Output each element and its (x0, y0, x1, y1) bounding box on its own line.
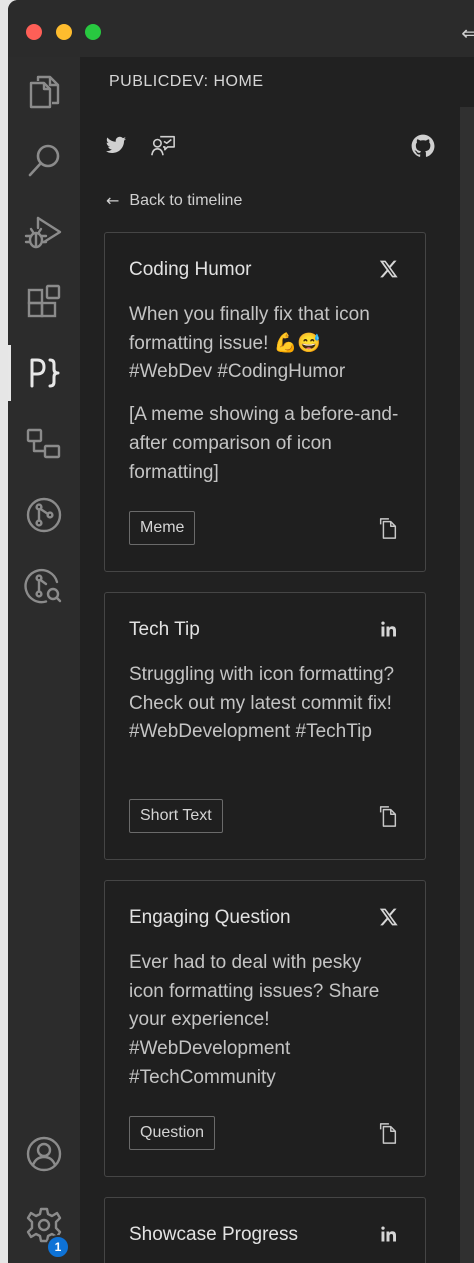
card-title: Showcase Progress (129, 1224, 298, 1245)
card-text: [A meme showing a before-and-after compa… (129, 404, 399, 483)
gitlens-icon[interactable] (8, 554, 80, 618)
post-card-showcase-progress[interactable]: Showcase Progress (104, 1197, 426, 1263)
accounts-icon[interactable] (8, 1122, 80, 1186)
twitter-icon[interactable] (104, 133, 132, 161)
notification-badge: 1 (46, 1235, 70, 1259)
post-card-tech-tip[interactable]: Tech Tip Struggling with icon formatting… (104, 592, 426, 860)
sidebar-title: PUBLICDEV: HOME (109, 73, 264, 90)
card-body: Ever had to deal with pesky icon formatt… (129, 949, 401, 1107)
card-title: Coding Humor (129, 259, 252, 280)
copy-icon[interactable] (377, 805, 401, 831)
post-card-engaging-question[interactable]: Engaging Question Ever had to deal with … (104, 880, 426, 1177)
card-title: Engaging Question (129, 907, 291, 928)
card-tag: Question (129, 1116, 216, 1150)
publicdev-sidebar: PUBLICDEV: HOME ← Back to timeline Codin… (80, 57, 474, 1263)
linkedin-icon (379, 619, 401, 641)
remote-explorer-icon[interactable] (8, 412, 80, 476)
run-debug-icon[interactable] (8, 200, 80, 264)
card-title: Tech Tip (129, 619, 200, 640)
arrow-left-icon: ← (106, 191, 120, 210)
sidebar-scrollbar[interactable] (460, 107, 474, 1263)
card-body: Struggling with icon formatting? Check o… (129, 661, 401, 761)
back-label: Back to timeline (129, 191, 243, 209)
card-body: When you finally fix that icon formattin… (129, 301, 401, 501)
activity-bar: 1 (8, 57, 80, 1263)
search-icon[interactable] (8, 129, 80, 193)
minimize-window-button[interactable] (56, 24, 72, 40)
manage-gear-icon[interactable]: 1 (8, 1193, 80, 1259)
post-card-coding-humor[interactable]: Coding Humor When you finally fix that i… (104, 232, 426, 572)
copy-icon[interactable] (377, 1122, 401, 1148)
app-window: ⇐ 1 PUBLICDEV: HOME ← Back to timeline C… (8, 0, 474, 1263)
card-text: Ever had to deal with pesky icon formatt… (129, 952, 380, 1088)
sidebar-toolbar (104, 133, 438, 165)
layout-toggle-icon[interactable]: ⇐ (461, 21, 474, 45)
source-control-icon[interactable] (8, 483, 80, 547)
close-window-button[interactable] (26, 24, 42, 40)
x-icon (379, 907, 401, 929)
back-to-timeline-link[interactable]: ← Back to timeline (106, 191, 242, 210)
card-text: Struggling with icon formatting? Check o… (129, 664, 395, 743)
copy-icon[interactable] (377, 517, 401, 543)
linkedin-icon (379, 1224, 401, 1246)
maximize-window-button[interactable] (85, 24, 101, 40)
x-icon (379, 259, 401, 281)
card-text: When you finally fix that icon formattin… (129, 304, 370, 383)
card-tag: Short Text (129, 799, 223, 833)
explorer-icon[interactable] (8, 59, 80, 123)
card-tag: Meme (129, 511, 196, 545)
title-bar: ⇐ (8, 0, 474, 58)
presenter-feedback-icon[interactable] (150, 133, 178, 161)
extensions-icon[interactable] (8, 271, 80, 335)
publicdev-icon[interactable] (8, 341, 80, 405)
github-icon[interactable] (410, 133, 438, 161)
